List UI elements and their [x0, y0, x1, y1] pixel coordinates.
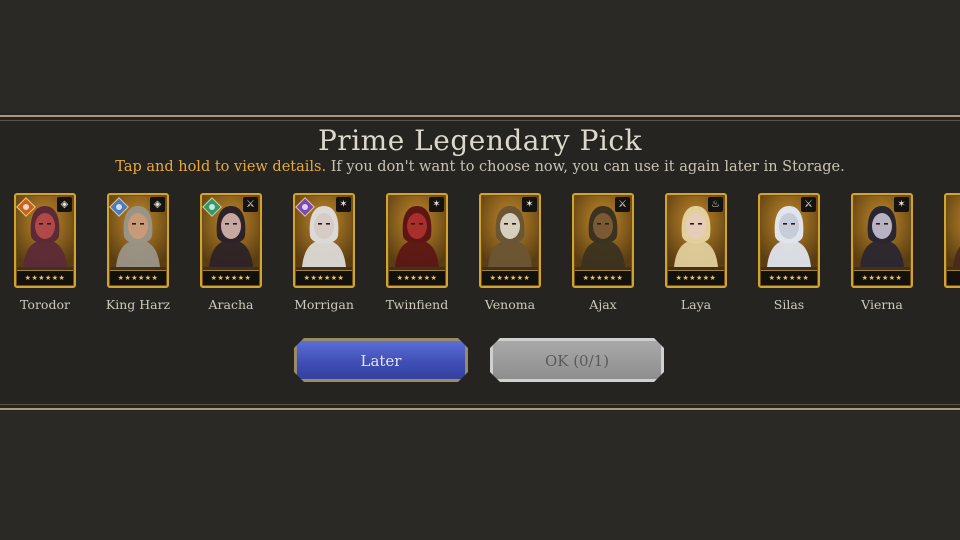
- champion-card[interactable]: ◈ ★★★★★★: [107, 193, 169, 288]
- champion-card[interactable]: ♨ ★★★★★★: [665, 193, 727, 288]
- bottom-divider: [0, 408, 960, 410]
- star-rating: ★★★★★★: [854, 270, 910, 285]
- star-rating: ★★★★★★: [203, 270, 259, 285]
- champion-card[interactable]: ✶ ★★★★★★: [851, 193, 913, 288]
- top-inner-divider: [0, 120, 960, 121]
- dialog-title: Prime Legendary Pick: [317, 124, 643, 157]
- support-icon: ✶: [336, 197, 351, 212]
- champion-card[interactable]: ✶ ★★★★★★: [479, 193, 541, 288]
- champion-name: King Harz: [105, 297, 171, 312]
- star-rating: ★★★★★★: [17, 270, 73, 285]
- champion-name: Torodor: [20, 297, 70, 312]
- champion-name: Morrigan: [294, 297, 354, 312]
- champion-card[interactable]: ✶ ★★★★★★: [293, 193, 355, 288]
- star-rating: ★★★★★★: [575, 270, 631, 285]
- defense-icon: ◈: [57, 197, 72, 212]
- top-divider: [0, 115, 960, 117]
- star-rating: ★★★★★★: [761, 270, 817, 285]
- champion-name: Silas: [773, 297, 805, 312]
- champion-card[interactable]: ⚔ ★★★★★★: [200, 193, 262, 288]
- subtitle-highlight: Tap and hold to view details.: [115, 159, 327, 175]
- champion-card[interactable]: ✶★★★: [944, 193, 960, 288]
- star-rating: ★★★★★★: [482, 270, 538, 285]
- star-rating: ★★★★★★: [389, 270, 445, 285]
- subtitle-text: If you don't want to choose now, you can…: [326, 159, 845, 175]
- champion-roster[interactable]: ◈ ★★★★★★ Torodor ◈ ★★★★★★ King Harz ⚔ ★★★★★★ Ara…: [0, 193, 960, 318]
- dialog-subtitle: Tap and hold to view details. If you don…: [0, 159, 960, 175]
- star-rating: ★★★: [947, 270, 960, 285]
- star-rating: ★★★★★★: [110, 270, 166, 285]
- champion-name: Laya: [680, 297, 712, 312]
- attack-icon: ⚔: [243, 197, 258, 212]
- later-button[interactable]: Later: [294, 338, 468, 382]
- champion-card[interactable]: ✶ ★★★★★★: [386, 193, 448, 288]
- support-icon: ✶: [894, 197, 909, 212]
- champion-card[interactable]: ⚔ ★★★★★★: [572, 193, 634, 288]
- support-icon: ✶: [522, 197, 537, 212]
- champion-name: Aracha: [208, 297, 254, 312]
- champion-card[interactable]: ◈ ★★★★★★: [14, 193, 76, 288]
- star-rating: ★★★★★★: [668, 270, 724, 285]
- hp-icon: ♨: [708, 197, 723, 212]
- champion-name: Vierna: [861, 297, 903, 312]
- champion-name: Venoma: [484, 297, 536, 312]
- attack-icon: ⚔: [801, 197, 816, 212]
- champion-card[interactable]: ⚔ ★★★★★★: [758, 193, 820, 288]
- support-icon: ✶: [429, 197, 444, 212]
- champion-name: Twinfiend: [385, 297, 449, 312]
- ok-button[interactable]: OK (0/1): [490, 338, 664, 382]
- defense-icon: ◈: [150, 197, 165, 212]
- star-rating: ★★★★★★: [296, 270, 352, 285]
- champion-portrait: [947, 196, 960, 267]
- champion-name: Ajax: [589, 297, 617, 312]
- attack-icon: ⚔: [615, 197, 630, 212]
- bottom-inner-divider: [0, 404, 960, 405]
